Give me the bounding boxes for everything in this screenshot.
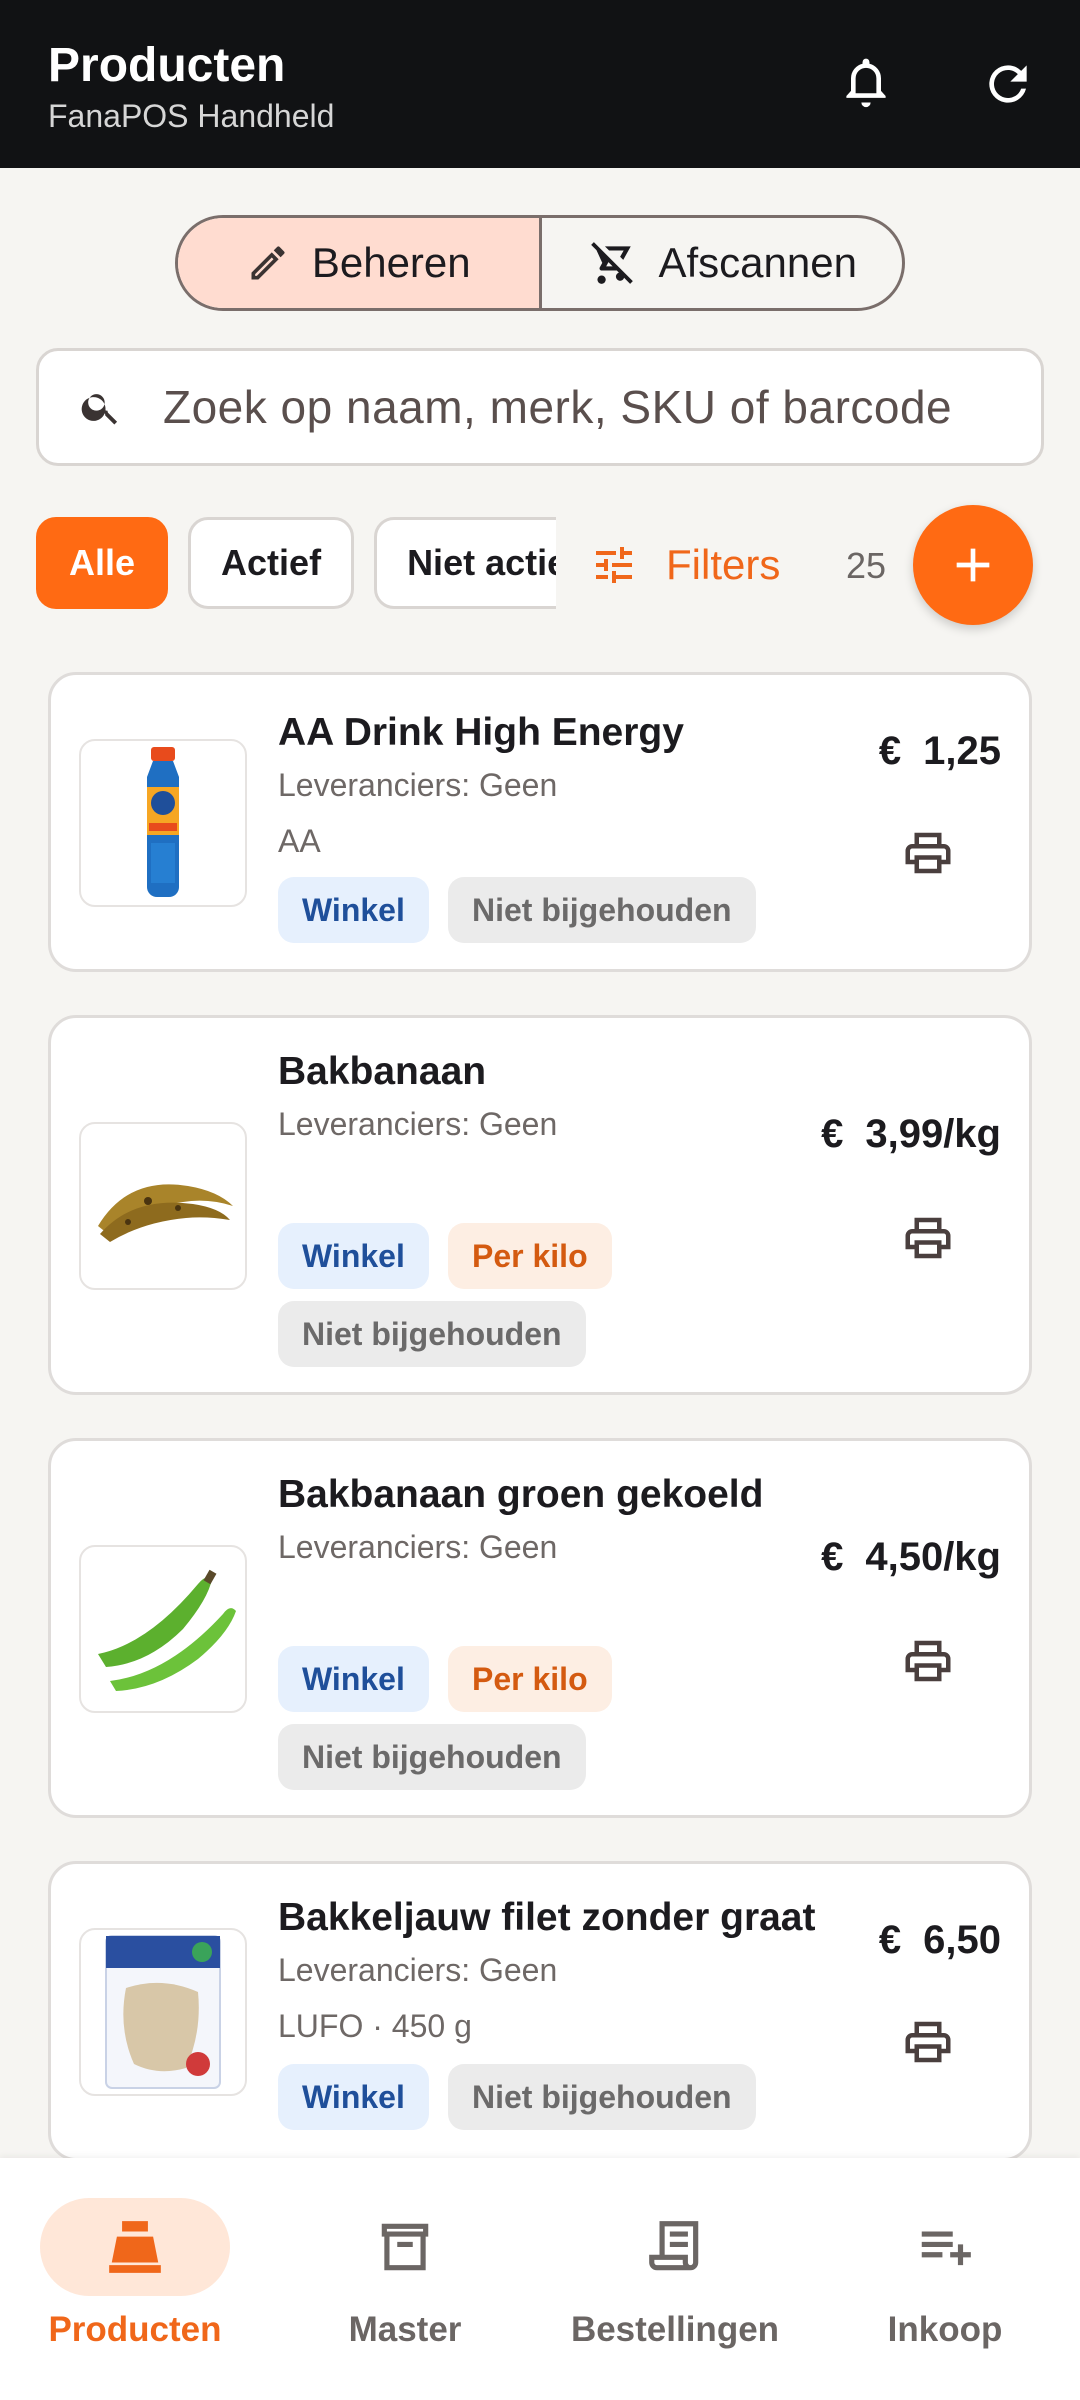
chip-actief[interactable]: Actief [188,517,355,609]
tag-per-kilo: Per kilo [448,1223,612,1289]
price-value: 6,50 [923,1918,1001,1962]
page-subtitle: FanaPOS Handheld [48,98,335,134]
product-name: Bakbanaan groen gekoeld [278,1473,764,1516]
nav-master[interactable]: Master [270,2198,540,2350]
filters-label: Filters [666,541,781,588]
mode-beheren-button[interactable]: Beheren [178,218,539,308]
product-image [79,1122,247,1290]
app-bar: Producten FanaPOS Handheld [0,0,1080,168]
tag-winkel: Winkel [278,1646,429,1712]
bottom-navigation: Producten Master Bestellingen Inkoop [0,2158,1080,2400]
product-card[interactable]: AA Drink High Energy Leveranciers: Geen … [48,672,1032,972]
mode-beheren-label: Beheren [311,239,471,286]
tag-niet-bijgehouden: Niet bijgehouden [278,1301,586,1367]
tag-winkel: Winkel [278,877,429,943]
nav-inkoop[interactable]: Inkoop [810,2198,1080,2350]
product-card[interactable]: Bakbanaan groen gekoeld Leveranciers: Ge… [48,1438,1032,1818]
price-value: 4,50/kg [865,1535,1001,1579]
cart-off-icon [590,242,633,284]
printer-icon [905,1217,951,1259]
filters-button[interactable]: Filters [590,529,780,601]
product-name: Bakkeljauw filet zonder graat [278,1896,816,1939]
tag-winkel: Winkel [278,2064,429,2130]
nav-inkoop-label: Inkoop [887,2310,1003,2349]
ripe-plantain-image [98,1184,233,1242]
refresh-button[interactable] [972,48,1044,120]
product-image [79,1545,247,1713]
tag-niet-bijgehouden: Niet bijgehouden [448,2064,756,2130]
tune-icon [596,547,632,583]
archive-icon [381,2223,429,2271]
mode-afscannen-label: Afscannen [658,239,857,286]
print-label-button[interactable] [900,1633,956,1689]
mode-toggle: Beheren Afscannen [175,215,905,311]
product-price: €1,25 [879,729,1001,774]
search-icon [81,394,118,425]
refresh-icon [989,65,1027,103]
fish-fillet-package-image [105,1935,221,2089]
page-title: Producten [48,39,286,92]
print-label-button[interactable] [900,2014,956,2070]
mode-afscannen-button[interactable]: Afscannen [538,218,903,308]
nav-bestellingen[interactable]: Bestellingen [540,2198,810,2350]
nav-producten-label: Producten [48,2310,222,2349]
printer-icon [905,1640,951,1682]
nav-master-label: Master [348,2310,462,2349]
product-card[interactable]: Bakbanaan Leveranciers: Geen Winkel Per … [48,1015,1032,1395]
chip-niet-actief[interactable]: Niet actief [374,517,556,609]
add-product-button[interactable] [913,505,1033,625]
tag-winkel: Winkel [278,1223,429,1289]
chip-alle[interactable]: Alle [36,517,169,609]
product-suppliers: Leveranciers: Geen [278,1529,558,1565]
price-currency: € [821,1535,844,1579]
nav-bestellingen-label: Bestellingen [570,2310,780,2349]
product-image [79,739,247,907]
nav-producten[interactable]: Producten [0,2198,270,2350]
print-label-button[interactable] [900,1210,956,1266]
plus-icon [956,548,990,582]
product-count: 25 [846,545,887,586]
product-price: €6,50 [879,1918,1001,1963]
product-name: AA Drink High Energy [278,711,684,754]
product-suppliers: Leveranciers: Geen [278,1106,558,1142]
printer-icon [905,2021,951,2063]
product-card[interactable]: Bakkeljauw filet zonder graat Leverancie… [48,1861,1032,2161]
status-chips: Alle Actief Niet actief [36,517,556,613]
product-price: €3,99/kg [821,1112,1001,1157]
tag-per-kilo: Per kilo [448,1646,612,1712]
price-value: 1,25 [923,729,1001,773]
energy-drink-bottle-image [147,747,179,897]
bell-icon [846,58,886,108]
product-price: €4,50/kg [821,1535,1001,1580]
price-currency: € [878,1918,902,1962]
product-meta: LUFO · 450 g [278,2008,472,2044]
product-name: Bakbanaan [278,1050,487,1093]
price-value: 3,99/kg [865,1112,1001,1156]
print-label-button[interactable] [900,825,956,881]
product-suppliers: Leveranciers: Geen [278,767,558,803]
price-currency: € [878,729,902,773]
product-suppliers: Leveranciers: Geen [278,1952,558,1988]
green-plantain-image [98,1569,236,1691]
filter-row: Alle Actief Niet actief Filters 25 [0,505,1080,625]
printer-icon [905,832,951,874]
pencil-icon [251,246,285,280]
playlist-add-icon [921,2231,971,2266]
notifications-button[interactable] [830,48,902,120]
product-meta: AA [278,823,321,859]
price-currency: € [821,1112,844,1156]
search-field[interactable]: Zoek op naam, merk, SKU of barcode [36,348,1044,466]
tag-niet-bijgehouden: Niet bijgehouden [448,877,756,943]
tag-niet-bijgehouden: Niet bijgehouden [278,1724,586,1790]
cash-register-icon [109,2221,161,2273]
search-input[interactable]: Zoek op naam, merk, SKU of barcode [163,380,983,434]
product-image [79,1928,247,2096]
receipt-icon [649,2221,699,2271]
